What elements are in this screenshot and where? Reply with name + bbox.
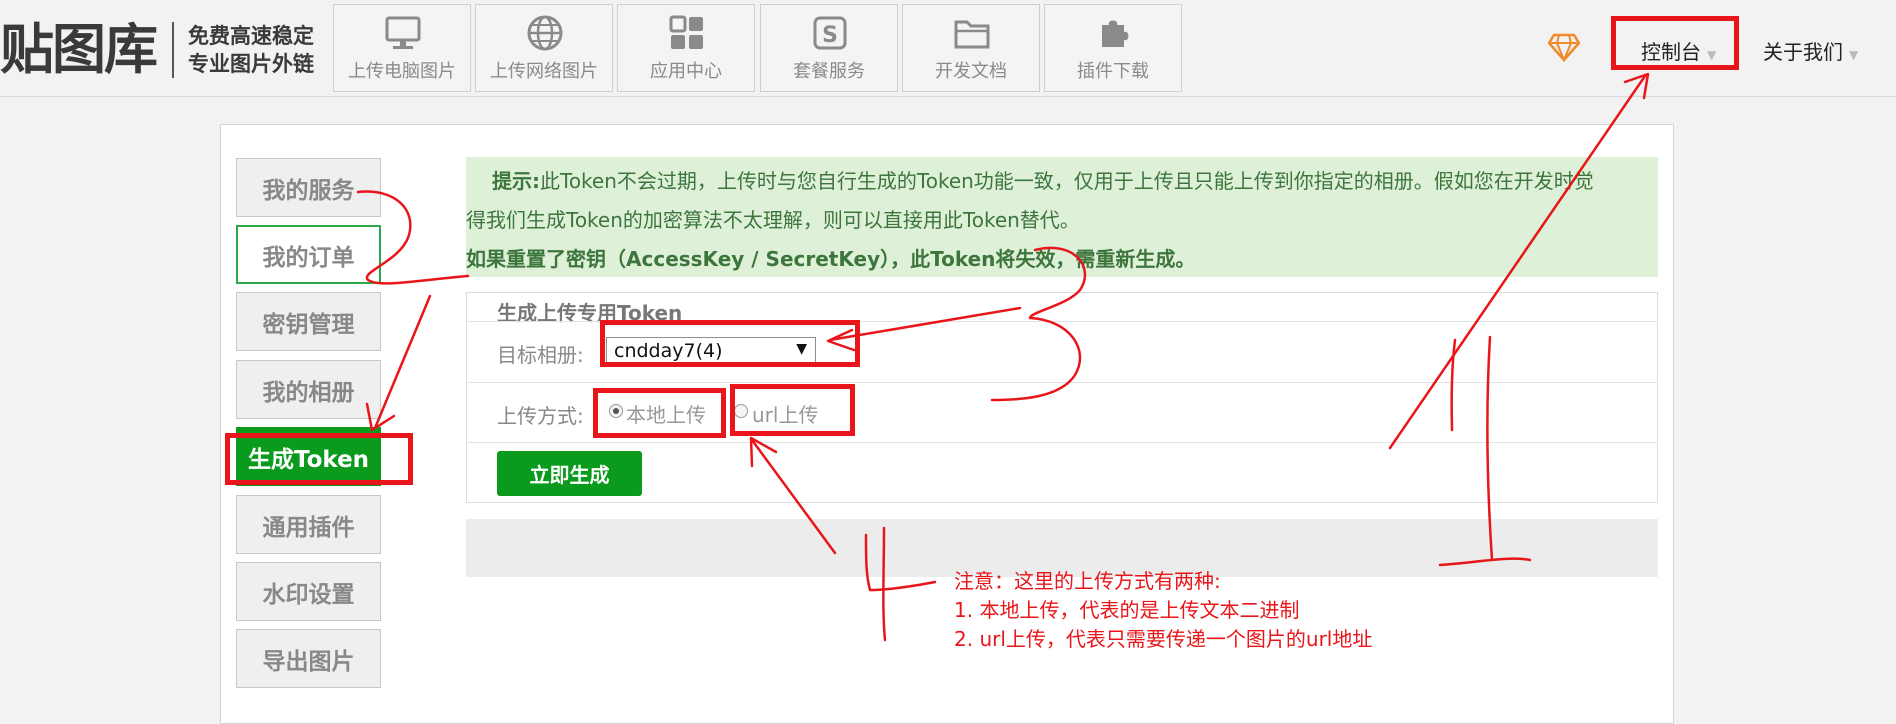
svg-text:S: S bbox=[822, 23, 838, 48]
sidebar-item-my-albums[interactable]: 我的相册 bbox=[236, 360, 381, 419]
divider bbox=[467, 382, 1657, 383]
sidebar-item-key-management[interactable]: 密钥管理 bbox=[236, 292, 381, 351]
about-us-menu[interactable]: 关于我们 ▼ bbox=[1763, 36, 1858, 65]
nav-packages-label: 套餐服务 bbox=[793, 61, 865, 82]
tip-prefix: 提示: bbox=[492, 169, 540, 193]
nav-plugins-label: 插件下载 bbox=[1077, 61, 1149, 82]
dollar-box-icon: S bbox=[813, 16, 847, 50]
album-label: 目标相册: bbox=[497, 343, 584, 367]
logo-text[interactable]: 贴图库 bbox=[0, 14, 158, 84]
puzzle-icon bbox=[1102, 20, 1129, 47]
nav-dev-docs-label: 开发文档 bbox=[935, 61, 1007, 82]
nav-packages[interactable]: S 套餐服务 bbox=[760, 4, 898, 92]
tip-box: 提示:此Token不会过期，上传时与您自行生成的Token功能一致，仅用于上传且… bbox=[466, 157, 1658, 277]
monitor-icon bbox=[385, 16, 421, 49]
divider bbox=[467, 442, 1657, 443]
upload-method-label: 上传方式: bbox=[497, 404, 584, 428]
generate-now-button[interactable]: 立即生成 bbox=[497, 451, 642, 496]
folder-icon bbox=[954, 20, 990, 49]
sidebar-item-common-plugins[interactable]: 通用插件 bbox=[236, 495, 381, 554]
logo-tagline-line2: 专业图片外链 bbox=[188, 51, 314, 76]
logo-divider bbox=[172, 22, 174, 78]
tip-warning: 如果重置了密钥（AccessKey / SecretKey），此Token将失效… bbox=[466, 247, 1196, 271]
tip-line-1: 提示:此Token不会过期，上传时与您自行生成的Token功能一致，仅用于上传且… bbox=[492, 165, 1594, 194]
sidebar-item-my-services[interactable]: 我的服务 bbox=[236, 158, 381, 217]
globe-icon bbox=[527, 15, 563, 51]
highlight-console bbox=[1611, 16, 1739, 70]
apps-grid-icon bbox=[669, 15, 703, 49]
nav-app-center[interactable]: 应用中心 bbox=[617, 4, 755, 92]
highlight-local-upload bbox=[593, 388, 726, 438]
nav-upload-web[interactable]: 上传网络图片 bbox=[475, 4, 613, 92]
nav-upload-computer-label: 上传电脑图片 bbox=[348, 61, 456, 82]
about-us-label: 关于我们 bbox=[1763, 40, 1843, 64]
sidebar-item-export-images[interactable]: 导出图片 bbox=[236, 629, 381, 688]
nav-dev-docs[interactable]: 开发文档 bbox=[902, 4, 1040, 92]
note-line-3: 2. url上传，代表只需要传递一个图片的url地址 bbox=[954, 627, 1373, 651]
highlight-generate-token bbox=[225, 433, 413, 485]
annotation-note: 注意：这里的上传方式有两种: 1. 本地上传，代表的是上传文本二进制 2. ur… bbox=[954, 567, 1372, 654]
tip-text-1: 此Token不会过期，上传时与您自行生成的Token功能一致，仅用于上传且只能上… bbox=[540, 169, 1594, 193]
logo-tagline: 免费高速稳定 专业图片外链 bbox=[188, 22, 314, 78]
nav-upload-web-label: 上传网络图片 bbox=[490, 61, 598, 82]
highlight-url-upload bbox=[730, 384, 855, 436]
note-line-1: 注意：这里的上传方式有两种: bbox=[954, 569, 1221, 593]
nav-app-center-label: 应用中心 bbox=[650, 61, 722, 82]
tip-text-2: 得我们生成Token的加密算法不太理解，则可以直接用此Token替代。 bbox=[466, 208, 1080, 232]
chevron-down-icon: ▼ bbox=[1849, 48, 1859, 62]
diamond-icon[interactable] bbox=[1548, 32, 1580, 62]
logo-tagline-line1: 免费高速稳定 bbox=[188, 23, 314, 48]
nav-upload-computer[interactable]: 上传电脑图片 bbox=[333, 4, 471, 92]
nav-plugins[interactable]: 插件下载 bbox=[1044, 4, 1182, 92]
sidebar-item-my-orders[interactable]: 我的订单 bbox=[236, 225, 381, 284]
sidebar-item-watermark-settings[interactable]: 水印设置 bbox=[236, 562, 381, 621]
note-line-2: 1. 本地上传，代表的是上传文本二进制 bbox=[954, 598, 1300, 622]
highlight-album-select bbox=[600, 320, 860, 367]
